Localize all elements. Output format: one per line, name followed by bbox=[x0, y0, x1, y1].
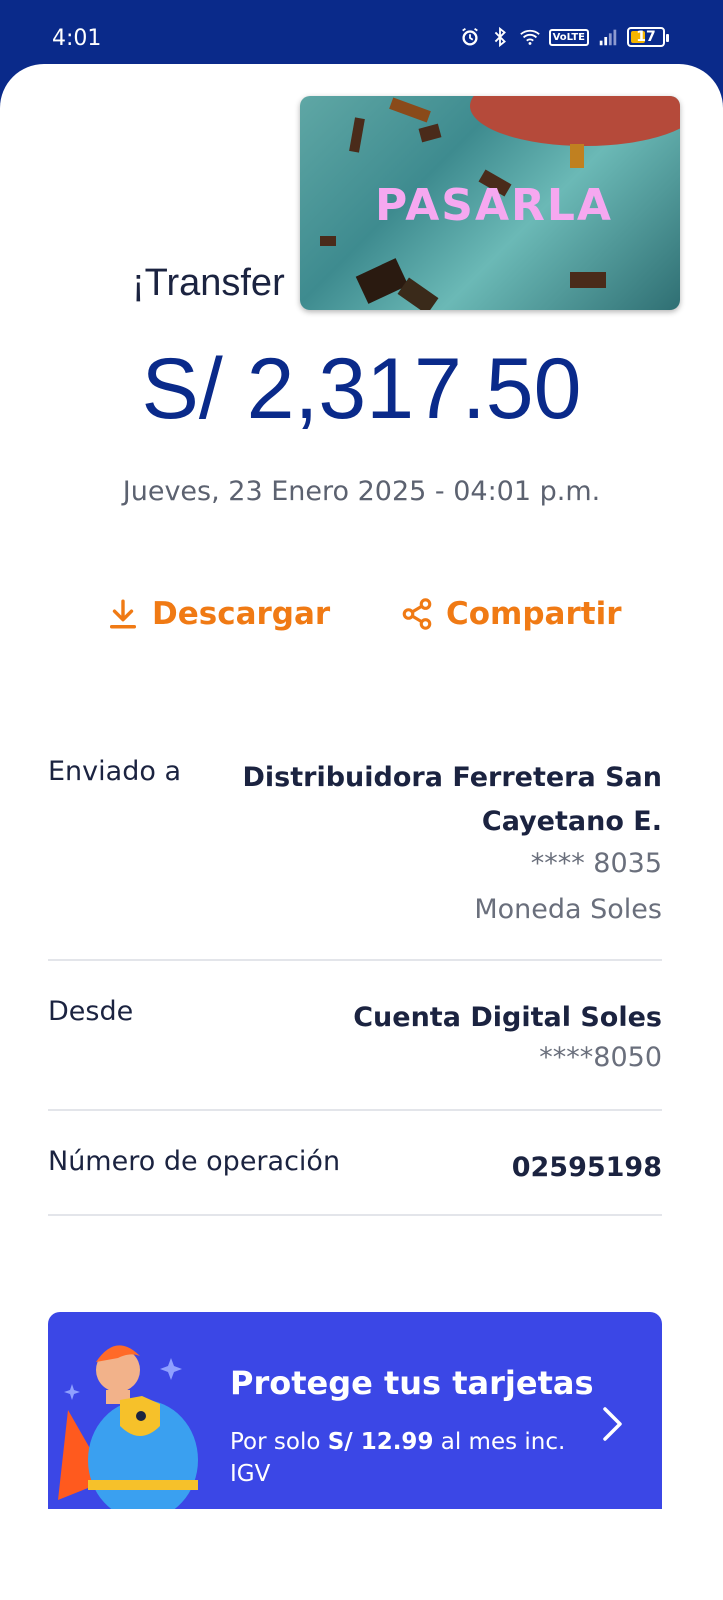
pip-video-confetti bbox=[570, 144, 584, 168]
status-bar: 4:01 VoLTE 17 bbox=[0, 0, 723, 70]
superhero-illustration bbox=[58, 1345, 198, 1509]
promo-subtitle: Por solo S/ 12.99 al mes inc. IGV bbox=[230, 1426, 590, 1490]
wifi-icon bbox=[519, 29, 540, 45]
recipient-name-line2: Cayetano E. bbox=[481, 806, 662, 837]
from-label: Desde bbox=[48, 996, 134, 1027]
pip-video-lip-shape bbox=[470, 96, 680, 146]
divider bbox=[48, 1109, 662, 1111]
detail-row-operation: Número de operación 02595198 bbox=[48, 1146, 662, 1196]
pip-video-confetti bbox=[320, 236, 336, 246]
operation-number: 02595198 bbox=[511, 1152, 662, 1183]
detail-row-sent-to: Enviado a Distribuidora Ferretera San Ca… bbox=[48, 756, 662, 936]
transfer-amount: S/ 2,317.50 bbox=[141, 341, 582, 437]
pip-video-confetti bbox=[349, 117, 365, 153]
volte-badge: VoLTE bbox=[548, 28, 589, 46]
download-icon bbox=[109, 599, 137, 629]
pip-video-confetti bbox=[389, 97, 431, 123]
page-title: ¡Transfer bbox=[132, 262, 285, 304]
recipient-name-line1: Distribuidora Ferretera San bbox=[242, 762, 662, 793]
receipt-actions: Descargar Compartir bbox=[0, 596, 723, 646]
share-button[interactable]: Compartir bbox=[400, 596, 621, 632]
share-label: Compartir bbox=[446, 596, 622, 632]
transfer-datetime: Jueves, 23 Enero 2025 - 04:01 p.m. bbox=[122, 476, 601, 507]
sent-to-label: Enviado a bbox=[48, 756, 181, 787]
source-account-name: Cuenta Digital Soles bbox=[353, 1002, 662, 1033]
chevron-right-icon bbox=[603, 1407, 622, 1441]
alarm-icon bbox=[461, 27, 478, 46]
pip-video-caption: PASARLA bbox=[375, 180, 613, 231]
recipient-currency: Moneda Soles bbox=[474, 894, 662, 925]
status-time: 4:01 bbox=[52, 26, 102, 51]
pip-video-confetti bbox=[355, 258, 409, 304]
source-account-number: ****8050 bbox=[539, 1042, 662, 1073]
download-button[interactable]: Descargar bbox=[106, 596, 330, 632]
recipient-account: **** 8035 bbox=[530, 848, 662, 879]
divider bbox=[48, 959, 662, 961]
share-icon bbox=[402, 598, 432, 630]
promo-banner-card-protection[interactable]: Protege tus tarjetas Por solo S/ 12.99 a… bbox=[48, 1312, 662, 1509]
battery-icon: 17 bbox=[627, 27, 669, 47]
detail-row-from: Desde Cuenta Digital Soles ****8050 bbox=[48, 996, 662, 1086]
download-label: Descargar bbox=[152, 596, 331, 632]
pip-video-confetti bbox=[418, 123, 442, 143]
pip-video-confetti bbox=[570, 272, 606, 288]
bluetooth-icon bbox=[494, 26, 506, 48]
battery-level: 17 bbox=[636, 29, 656, 45]
promo-price: S/ 12.99 bbox=[327, 1429, 434, 1455]
promo-title: Protege tus tarjetas bbox=[230, 1364, 594, 1402]
operation-label: Número de operación bbox=[48, 1146, 341, 1177]
signal-icon bbox=[599, 29, 617, 46]
promo-sub-prefix: Por solo bbox=[230, 1429, 328, 1455]
recipient-name: Distribuidora Ferretera San Cayetano E. bbox=[243, 756, 662, 844]
divider bbox=[48, 1214, 662, 1216]
pip-video-overlay[interactable]: PASARLA bbox=[300, 96, 680, 310]
status-icons: VoLTE 17 bbox=[459, 26, 669, 48]
